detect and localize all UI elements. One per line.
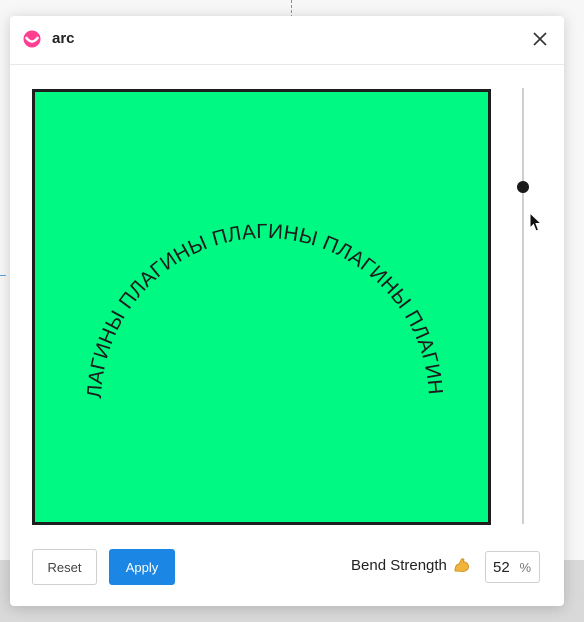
- preview-canvas: ПЛАГИНЫ ПЛАГИНЫ ПЛАГИНЫ ПЛАГИНЫ ПЛАГИНЫ: [32, 89, 491, 525]
- bend-strength-label: Bend Strength: [351, 557, 447, 574]
- arc-text: ПЛАГИНЫ ПЛАГИНЫ ПЛАГИНЫ ПЛАГИНЫ ПЛАГИНЫ: [35, 92, 447, 399]
- dialog-title: arc: [52, 30, 75, 47]
- reset-button[interactable]: Reset: [32, 549, 97, 585]
- guide-line-horizontal: [0, 275, 6, 276]
- percent-unit: %: [519, 560, 531, 575]
- close-icon[interactable]: [530, 29, 550, 49]
- mouse-cursor-icon: [529, 212, 543, 232]
- bend-slider-thumb[interactable]: [517, 181, 529, 193]
- plugin-logo-icon: [23, 30, 41, 48]
- bend-strength-value[interactable]: [493, 559, 517, 576]
- plugin-dialog: arc ПЛАГИНЫ ПЛАГИНЫ ПЛАГИНЫ ПЛАГИНЫ ПЛАГ…: [10, 16, 564, 606]
- flexed-biceps-icon: [454, 558, 469, 572]
- bend-slider-track[interactable]: [522, 88, 524, 524]
- arc-text-preview: ПЛАГИНЫ ПЛАГИНЫ ПЛАГИНЫ ПЛАГИНЫ ПЛАГИНЫ: [35, 92, 447, 399]
- dialog-titlebar: arc: [10, 16, 564, 65]
- svg-text:ПЛАГИНЫ ПЛАГИНЫ ПЛАГИНЫ ПЛАГИН: ПЛАГИНЫ ПЛАГИНЫ ПЛАГИНЫ ПЛАГИНЫ ПЛАГИНЫ: [35, 92, 447, 399]
- apply-button[interactable]: Apply: [109, 549, 175, 585]
- bend-strength-input[interactable]: %: [485, 551, 540, 583]
